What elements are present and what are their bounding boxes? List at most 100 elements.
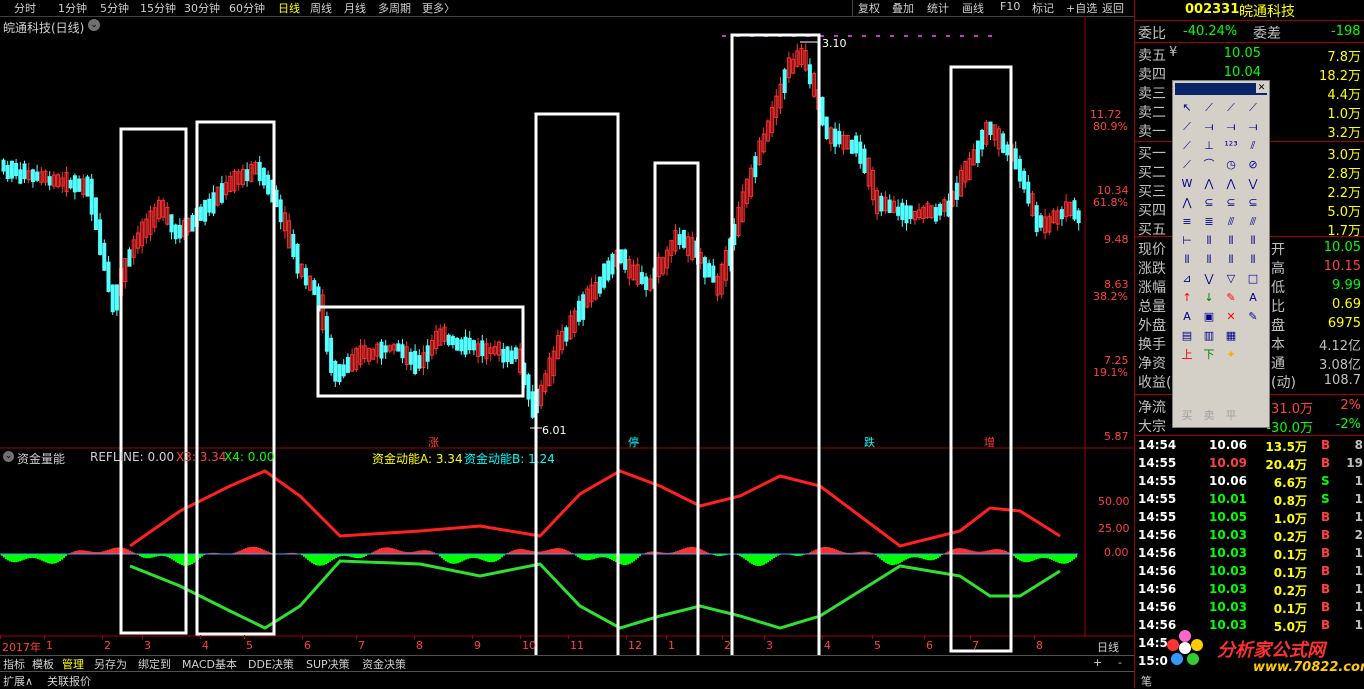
draw-tool-icon[interactable]: ✎ xyxy=(1243,308,1263,326)
candle-body xyxy=(173,224,178,240)
candle-body xyxy=(988,121,993,136)
draw-tool-icon[interactable]: ⫻ xyxy=(1243,213,1263,231)
stat-value: 0.69 xyxy=(1332,297,1361,312)
draw-tool-icon[interactable]: ⦀ xyxy=(1221,251,1241,269)
draw-tool-icon[interactable]: ⌒ xyxy=(1199,156,1219,174)
draw-tool-icon[interactable]: 上 xyxy=(1177,346,1197,364)
draw-tool-icon[interactable]: ⊘ xyxy=(1243,156,1263,174)
tab-fenshi[interactable]: 分时 xyxy=(14,0,36,16)
draw-tool-icon[interactable]: ⟋ xyxy=(1243,99,1263,117)
zoom-out-button[interactable]: - xyxy=(1118,656,1122,669)
tab-15min[interactable]: 15分钟 xyxy=(140,0,176,16)
draw-tool-icon[interactable]: ⊆ xyxy=(1199,194,1219,212)
draw-tool-icon[interactable]: ⊆ xyxy=(1243,194,1263,212)
btn-tongji[interactable]: 统计 xyxy=(927,0,949,16)
draw-tool-icon[interactable]: ⋀ xyxy=(1177,194,1197,212)
draw-tool-icon[interactable]: ⊿ xyxy=(1177,270,1197,288)
close-icon[interactable]: ✕ xyxy=(1256,83,1267,93)
draw-tool-icon[interactable]: ↖ xyxy=(1177,99,1197,117)
draw-tool-icon[interactable]: ⊢ xyxy=(1177,232,1197,250)
tool-buy[interactable]: 买 xyxy=(1177,407,1197,425)
draw-tool-icon[interactable]: ↑ xyxy=(1177,289,1197,307)
draw-tool-icon[interactable]: ⦀ xyxy=(1199,251,1219,269)
tool-sell[interactable]: 卖 xyxy=(1199,407,1219,425)
tab-muban[interactable]: 模板 xyxy=(32,656,54,672)
draw-tool-icon[interactable]: A xyxy=(1243,289,1263,307)
draw-tool-icon[interactable]: □ xyxy=(1243,270,1263,288)
draw-tool-icon[interactable]: ≣ xyxy=(1199,213,1219,231)
tab-1min[interactable]: 1分钟 xyxy=(58,0,87,16)
expand-button[interactable]: 扩展∧ xyxy=(3,673,33,689)
tab-more[interactable]: 更多〉 xyxy=(422,0,455,16)
btn-zixuan[interactable]: +自选 xyxy=(1066,0,1097,16)
kline-chart[interactable] xyxy=(0,16,1134,656)
toolbox-titlebar[interactable] xyxy=(1175,83,1267,95)
draw-tool-icon[interactable]: 下 xyxy=(1199,346,1219,364)
tab-30min[interactable]: 30分钟 xyxy=(184,0,220,16)
candle-body xyxy=(190,215,195,232)
draw-tool-icon[interactable]: ↓ xyxy=(1199,289,1219,307)
draw-tool-icon[interactable]: ⦀ xyxy=(1177,251,1197,269)
draw-tool-icon[interactable]: ▥ xyxy=(1199,327,1219,345)
tab-sup[interactable]: SUP决策 xyxy=(306,656,350,672)
draw-tool-icon[interactable]: ⦀ xyxy=(1221,232,1241,250)
tab-dde[interactable]: DDE决策 xyxy=(248,656,294,672)
draw-tool-icon[interactable]: ⊥ xyxy=(1199,137,1219,155)
tab-5min[interactable]: 5分钟 xyxy=(100,0,129,16)
tab-multi-period[interactable]: 多周期 xyxy=(378,0,411,16)
candle-body xyxy=(530,391,535,418)
btn-fuquan[interactable]: 复权 xyxy=(858,0,880,16)
draw-tool-icon[interactable]: ✕ xyxy=(1221,308,1241,326)
tab-macd[interactable]: MACD基本 xyxy=(182,656,237,672)
draw-tool-icon[interactable]: ⦀ xyxy=(1243,232,1263,250)
tab-lingcunwei[interactable]: 另存为 xyxy=(94,656,127,672)
draw-tool-icon[interactable]: ▣ xyxy=(1199,308,1219,326)
tab-monthly[interactable]: 月线 xyxy=(344,0,366,16)
draw-tool-icon[interactable]: ▦ xyxy=(1221,327,1241,345)
draw-tool-icon[interactable]: ✦ xyxy=(1221,346,1241,364)
draw-tool-icon[interactable]: ⟞ xyxy=(1199,118,1219,136)
btn-biaoji[interactable]: 标记 xyxy=(1032,0,1054,16)
btn-fanhui[interactable]: 返回 xyxy=(1102,0,1124,16)
draw-tool-icon[interactable]: ⋁ xyxy=(1243,175,1263,193)
draw-tool-icon[interactable]: ⟋ xyxy=(1177,137,1197,155)
draw-tool-icon[interactable]: ▽ xyxy=(1221,270,1241,288)
tab-guanli[interactable]: 管理 xyxy=(62,656,84,672)
draw-tool-icon[interactable]: ⋀ xyxy=(1199,175,1219,193)
chevron-down-icon[interactable]: ⌄ xyxy=(3,451,14,462)
draw-tool-icon[interactable]: ⟞ xyxy=(1243,118,1263,136)
tab-zhibiao[interactable]: 指标 xyxy=(3,656,25,672)
draw-tool-icon[interactable]: ▤ xyxy=(1177,327,1197,345)
draw-tool-icon[interactable]: ⟋ xyxy=(1177,156,1197,174)
tab-60min[interactable]: 60分钟 xyxy=(229,0,265,16)
draw-tool-icon[interactable]: ⫻ xyxy=(1221,213,1241,231)
tab-zijin[interactable]: 资金决策 xyxy=(362,656,406,672)
tab-daily[interactable]: 日线 xyxy=(278,0,300,16)
draw-tool-icon[interactable]: ⦀ xyxy=(1243,251,1263,269)
tab-bangdingdao[interactable]: 绑定到 xyxy=(138,656,171,672)
drawing-toolbox[interactable]: ✕ ↖ ⟋ ⟋ ⟋ ⟋ ⟞ ⟞ ⟞ ⟋ ⊥ ¹²³ ⫽ ⟋ ⌒ ◷ ⊘ W ⋀ ⋀ ⋁ ⋀ ⊆ ⊆ ⊆ ≡ ≣ ⫻ ⫻ ⊢ ⦀ ⦀ ⦀ ⦀ ⦀ ⦀ ⦀… xyxy=(1172,80,1270,428)
draw-tool-icon[interactable]: ⊆ xyxy=(1221,194,1241,212)
draw-tool-icon[interactable]: ⟋ xyxy=(1221,99,1241,117)
draw-tool-icon[interactable]: ✎ xyxy=(1221,289,1241,307)
zoom-in-button[interactable]: + xyxy=(1093,656,1102,669)
draw-tool-icon[interactable]: ¹²³ xyxy=(1221,137,1241,155)
draw-tool-icon[interactable]: ⦀ xyxy=(1199,232,1219,250)
btn-diejia[interactable]: 叠加 xyxy=(892,0,914,16)
draw-tool-icon[interactable]: ◷ xyxy=(1221,156,1241,174)
draw-tool-icon[interactable]: ⟞ xyxy=(1221,118,1241,136)
related-quote-button[interactable]: 关联报价 xyxy=(47,673,91,689)
draw-tool-icon[interactable]: ⫽ xyxy=(1243,137,1263,155)
signal-dot xyxy=(722,35,726,37)
draw-tool-icon[interactable]: ⟋ xyxy=(1199,99,1219,117)
draw-tool-icon[interactable]: A xyxy=(1177,308,1197,326)
tool-flat[interactable]: 平 xyxy=(1221,407,1241,425)
tab-weekly[interactable]: 周线 xyxy=(310,0,332,16)
draw-tool-icon[interactable]: ⟋ xyxy=(1177,118,1197,136)
draw-tool-icon[interactable]: ⋁ xyxy=(1199,270,1219,288)
draw-tool-icon[interactable]: ⋀ xyxy=(1221,175,1241,193)
draw-tool-icon[interactable]: W xyxy=(1177,175,1197,193)
btn-huaxian[interactable]: 画线 xyxy=(962,0,984,16)
btn-f10[interactable]: F10 xyxy=(1000,0,1020,13)
draw-tool-icon[interactable]: ≡ xyxy=(1177,213,1197,231)
